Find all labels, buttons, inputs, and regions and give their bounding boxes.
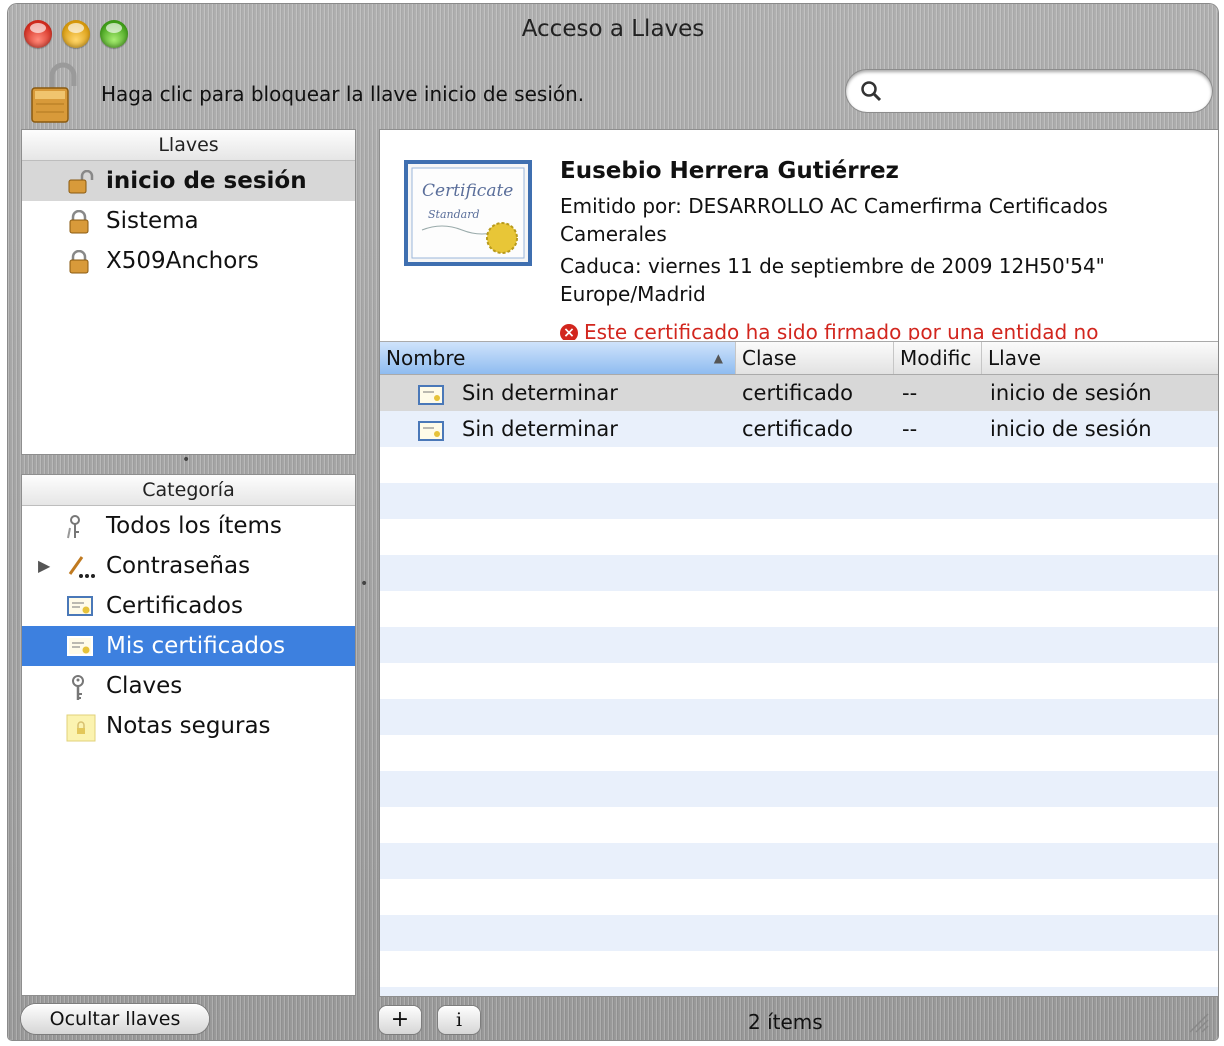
svg-text:Certificate: Certificate	[422, 181, 513, 201]
resize-grip-icon[interactable]	[1186, 1010, 1210, 1034]
search-icon	[861, 81, 882, 102]
key-icon	[72, 675, 84, 700]
add-item-button[interactable]: +	[379, 1006, 421, 1034]
certificate-expiry: Caduca: viernes 11 de septiembre de 2009…	[560, 254, 1105, 306]
category-item-notas-seguras[interactable]: Notas seguras	[22, 706, 355, 746]
category-header: Categoría	[22, 475, 355, 506]
padlock-icon	[69, 210, 89, 234]
keychain-item-sistema[interactable]: Sistema	[22, 201, 355, 241]
row-class: certificado	[742, 381, 853, 405]
lock-message[interactable]: Haga clic para bloquear la llave inicio …	[101, 82, 584, 106]
row-keychain: inicio de sesión	[990, 381, 1152, 405]
certificate-issuer: Emitido por: DESARROLLO AC Camerfirma Ce…	[560, 194, 1108, 246]
category-label: Mis certificados	[106, 633, 286, 659]
category-label: Notas seguras	[106, 713, 271, 739]
table-row[interactable]: Sin determinar certificado -- inicio de …	[380, 375, 1218, 411]
column-label: Nombre	[386, 346, 466, 370]
row-keychain: inicio de sesión	[990, 417, 1152, 441]
column-label: Llave	[988, 346, 1042, 370]
certificate-name: Eusebio Herrera Gutiérrez	[560, 158, 899, 184]
my-certificate-icon	[67, 636, 93, 656]
row-name: Sin determinar	[462, 381, 618, 405]
category-label: Claves	[106, 673, 183, 699]
column-label: Modific	[900, 346, 972, 370]
certificate-icon	[418, 421, 444, 441]
window-title: Acceso a Llaves	[521, 16, 705, 42]
row-name: Sin determinar	[462, 417, 618, 441]
category-item-todos[interactable]: Todos los ítems	[22, 506, 355, 546]
item-count: 2 ítems	[748, 1010, 823, 1034]
category-item-contrasenas[interactable]: ▶ Contraseñas	[22, 546, 355, 586]
certificate-icon: Certificate Standard	[404, 160, 532, 266]
svg-text:Standard: Standard	[428, 208, 480, 221]
keychain-item-inicio-de-sesion[interactable]: inicio de sesión	[22, 161, 355, 201]
secure-note-icon	[66, 714, 96, 742]
keychains-header: Llaves	[22, 130, 355, 161]
category-item-certificados[interactable]: Certificados	[22, 586, 355, 626]
certificate-icon	[418, 385, 444, 405]
row-modified: --	[902, 381, 918, 405]
unlocked-padlock-icon[interactable]	[30, 60, 80, 124]
column-header-modific[interactable]: Modific	[894, 342, 982, 374]
table-row[interactable]: Sin determinar certificado -- inicio de …	[380, 411, 1218, 447]
keychain-label: Sistema	[106, 208, 199, 234]
row-modified: --	[902, 417, 918, 441]
category-label: Contraseñas	[106, 553, 251, 579]
certificate-icon	[67, 596, 93, 616]
column-header-clase[interactable]: Clase	[736, 342, 894, 374]
table-header: Nombre ▲ Clase Modific Llave	[380, 341, 1218, 375]
unlocked-padlock-icon	[68, 170, 94, 194]
warning-text: Este certificado ha sido firmado por una…	[584, 320, 1099, 340]
category-label: Certificados	[106, 593, 243, 619]
column-header-llave[interactable]: Llave	[982, 342, 1218, 374]
keychains-pane: Llaves inicio de sesión Sistema X509Anch…	[21, 129, 356, 455]
row-class: certificado	[742, 417, 853, 441]
hide-keychains-button[interactable]: Ocultar llaves	[21, 1004, 209, 1034]
certificate-detail: Certificate Standard Eusebio Herrera Gut…	[380, 130, 1218, 340]
column-header-nombre[interactable]: Nombre ▲	[380, 342, 736, 374]
items-table: Sin determinar certificado -- inicio de …	[380, 375, 1218, 996]
keys-icon	[67, 515, 80, 539]
disclosure-triangle-icon[interactable]: ▶	[38, 546, 50, 586]
error-icon: ×	[560, 324, 578, 340]
column-label: Clase	[742, 346, 797, 370]
search-field[interactable]	[846, 70, 1212, 112]
category-label: Todos los ítems	[106, 513, 282, 539]
category-pane: Categoría Todos los ítems ▶ Contraseñas	[21, 474, 356, 996]
padlock-icon	[69, 250, 89, 274]
vertical-splitter-handle[interactable]: •	[360, 576, 368, 592]
info-button[interactable]: i	[438, 1006, 480, 1034]
category-item-mis-certificados[interactable]: Mis certificados	[22, 626, 355, 666]
keychain-label: inicio de sesión	[106, 168, 307, 194]
sort-ascending-icon: ▲	[713, 351, 723, 365]
keychain-access-window: Acceso a Llaves Haga clic para bloquear …	[8, 4, 1218, 1040]
keychain-label: X509Anchors	[106, 248, 259, 274]
category-item-claves[interactable]: Claves	[22, 666, 355, 706]
pane-splitter-handle[interactable]: •	[182, 452, 190, 468]
password-icon	[68, 556, 95, 578]
keychain-item-x509anchors[interactable]: X509Anchors	[22, 241, 355, 281]
items-area: Certificate Standard Eusebio Herrera Gut…	[379, 129, 1218, 997]
certificate-warning: × Este certificado ha sido firmado por un…	[560, 320, 1098, 340]
